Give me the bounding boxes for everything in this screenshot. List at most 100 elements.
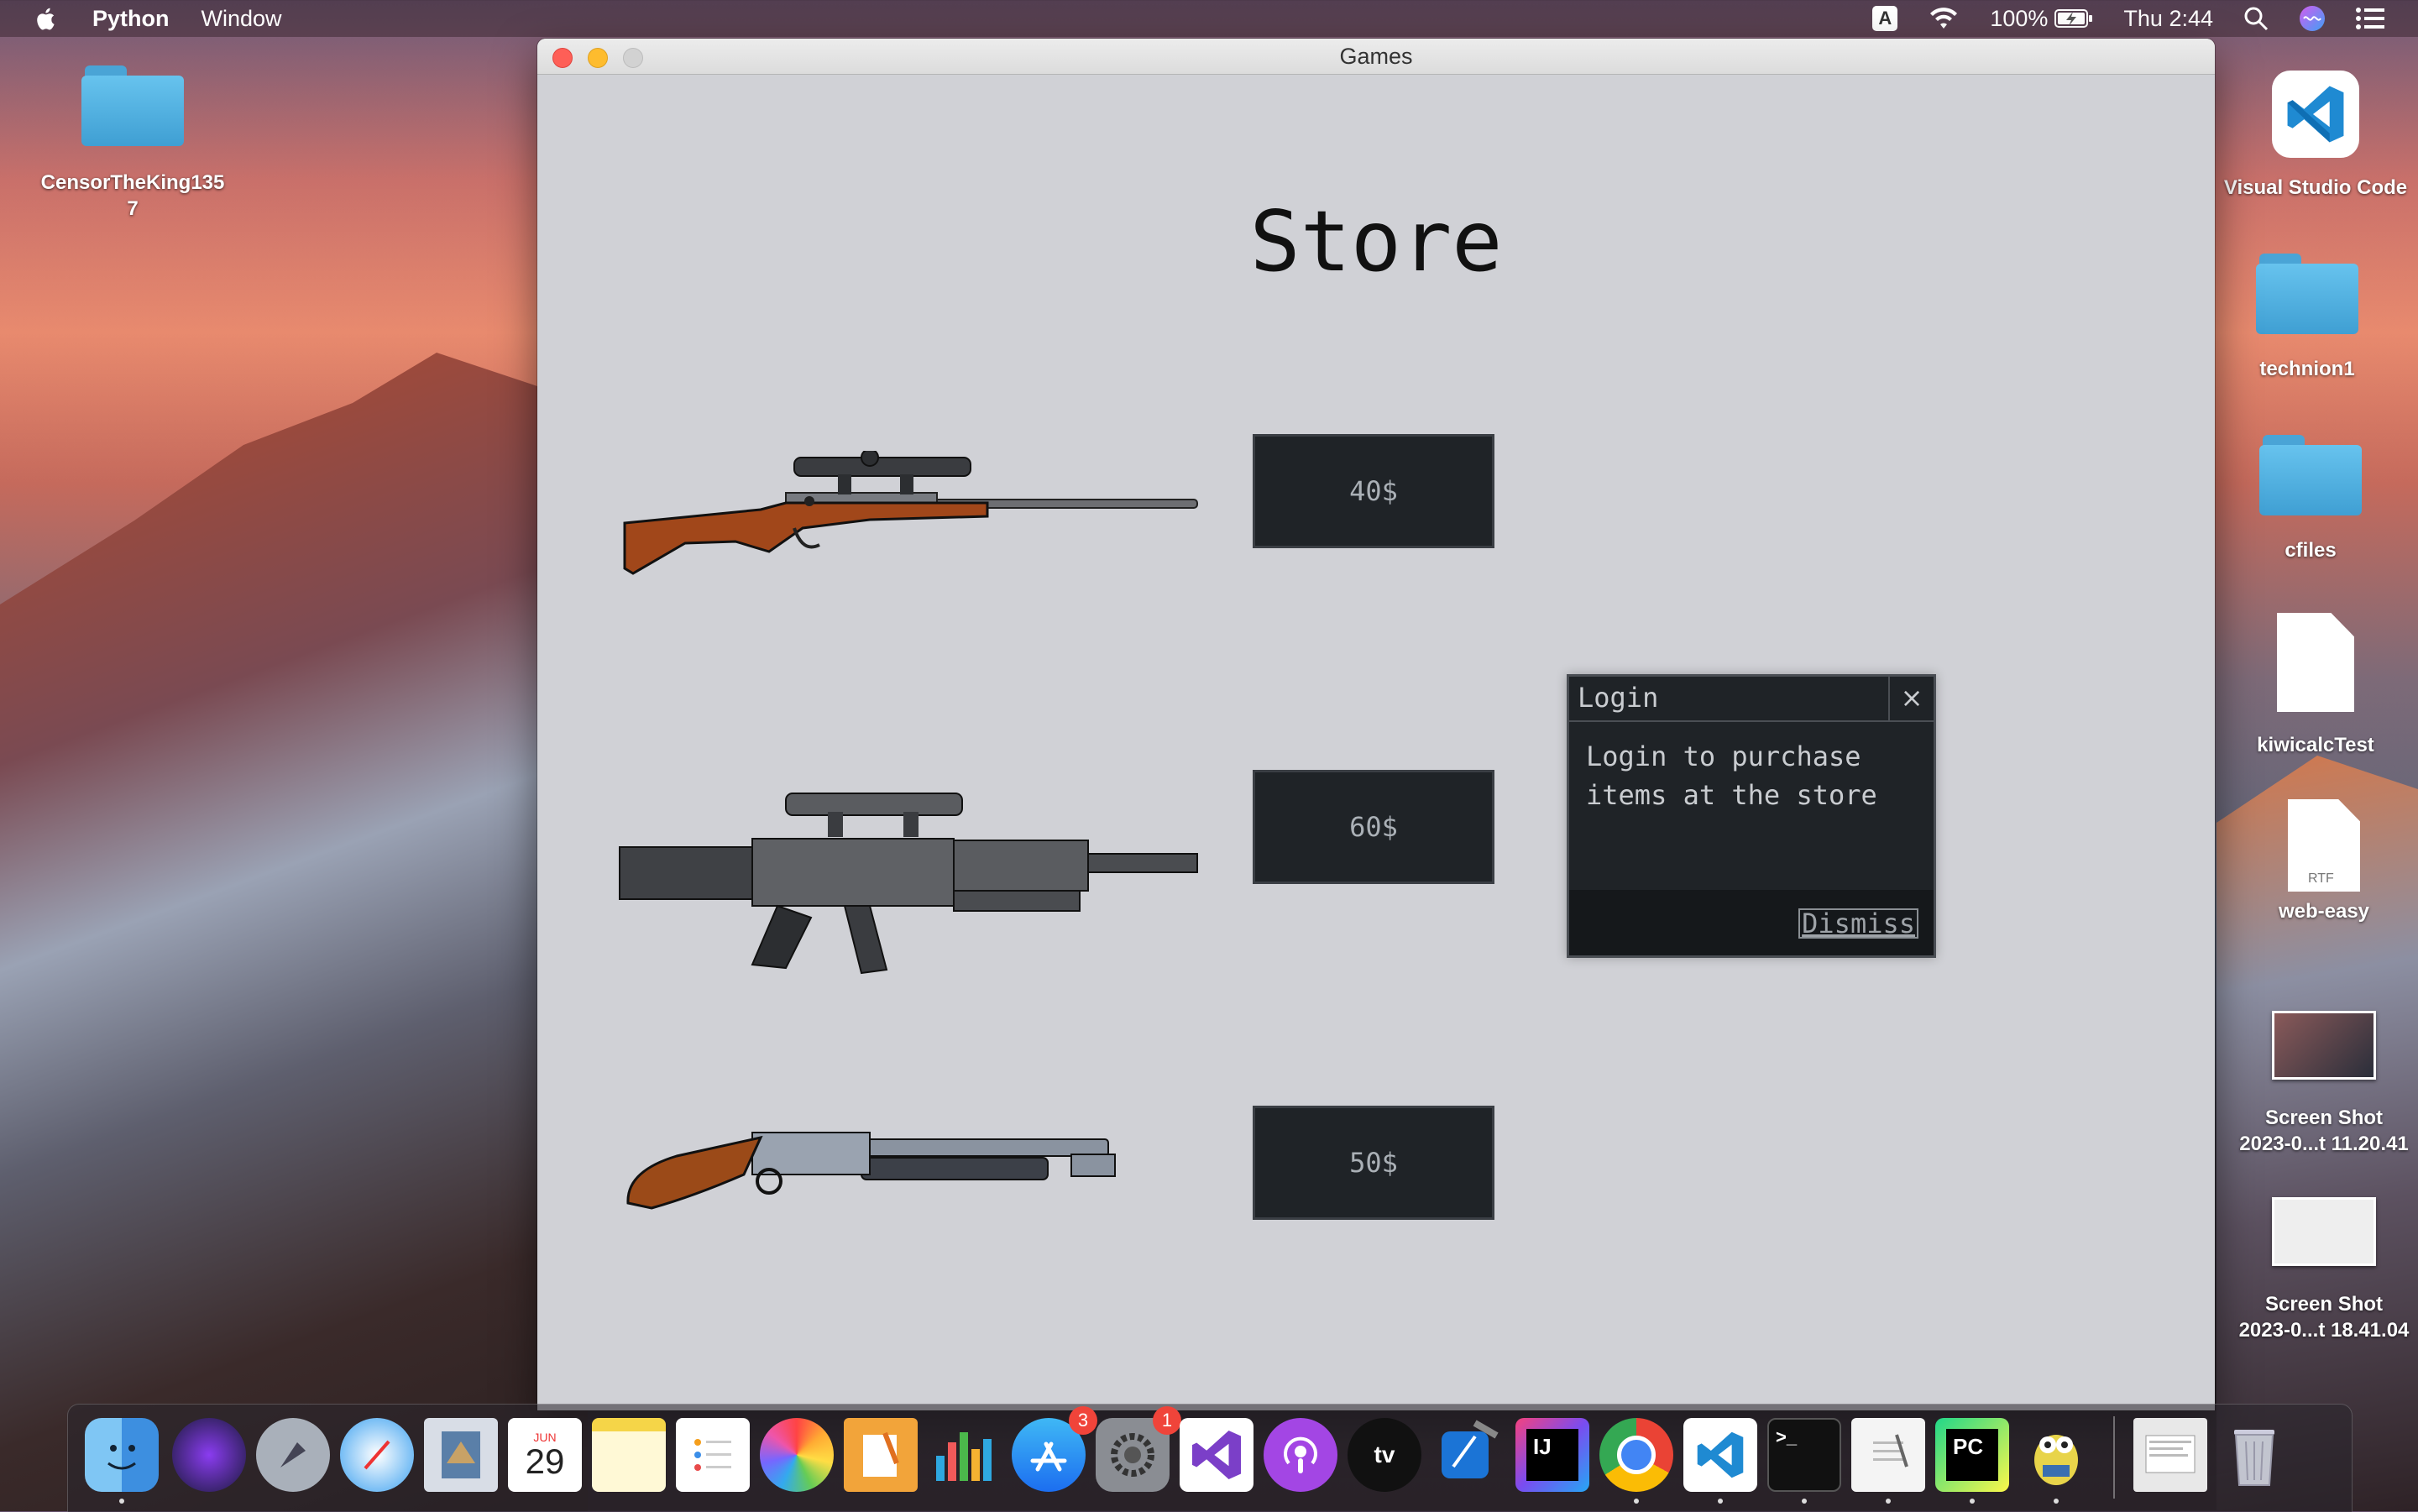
login-dialog: Login × Login to purchase items at the s… (1567, 674, 1936, 958)
terminal-prompt: >_ (1776, 1426, 1798, 1447)
numbers-icon[interactable] (928, 1418, 1002, 1492)
podcasts-icon[interactable] (1264, 1418, 1337, 1492)
system-preferences-icon[interactable]: 1 (1096, 1406, 1181, 1492)
python-launcher-icon[interactable] (2019, 1418, 2093, 1492)
apple-tv-label: tv (1374, 1441, 1395, 1468)
dialog-message: Login to purchase items at the store (1569, 722, 1934, 890)
notes-icon[interactable] (592, 1418, 666, 1492)
screenshot-icon (2272, 1197, 2376, 1266)
mail-stamp-icon[interactable] (424, 1418, 498, 1492)
calendar-icon[interactable]: JUN 29 (508, 1418, 582, 1492)
folder-icon (2256, 254, 2358, 334)
textedit-icon[interactable] (1851, 1418, 1925, 1492)
folder-icon (81, 65, 184, 146)
store-view: Store 40$ 60$ 50$ Login × Login to purch… (537, 75, 2215, 1410)
traffic-lights (552, 48, 643, 68)
spotlight-search-icon[interactable] (2243, 6, 2269, 31)
input-source-indicator[interactable]: A (1872, 6, 1898, 31)
dock: JUN 29 3 1 tv IJ >_ PC (67, 1404, 2353, 1512)
desktop-folder-technion1[interactable]: technion1 (2233, 254, 2381, 381)
system-preferences-badge: 1 (1153, 1406, 1181, 1435)
chrome-icon[interactable] (1599, 1418, 1673, 1492)
buy-hunting-rifle-button[interactable]: 40$ (1253, 434, 1494, 548)
pycharm-icon[interactable]: PC (1935, 1418, 2009, 1492)
desktop-file-screenshot-2[interactable]: Screen Shot 2023-0...t 18.41.04 (2230, 1197, 2418, 1343)
window-titlebar[interactable]: Games (537, 39, 2215, 75)
clock[interactable]: Thu 2:44 (2123, 6, 2213, 32)
running-indicator (1634, 1499, 1639, 1504)
running-indicator (119, 1499, 124, 1504)
desktop-icon-label: CensorTheKing135 7 (40, 171, 225, 220)
desktop-icon-label: Visual Studio Code (2223, 176, 2408, 199)
dialog-title: Login (1569, 677, 1890, 720)
battery-charging-icon (2054, 9, 2093, 28)
desktop-folder-cfiles[interactable]: cfiles (2237, 435, 2384, 562)
menu-app-name[interactable]: Python (92, 6, 170, 32)
rtf-badge: RTF (2308, 871, 2334, 886)
pages-icon[interactable] (844, 1418, 918, 1492)
window-title: Games (1339, 44, 1413, 69)
dialog-message-line1: Login to purchase (1586, 740, 1861, 772)
siri-icon[interactable] (2299, 5, 2326, 32)
status-area: A 100% Thu 2:44 (1872, 0, 2384, 37)
games-window: Games Store 40$ 60$ 50$ Login × Login to… (537, 39, 2215, 1410)
running-indicator (1970, 1499, 1975, 1504)
hunting-rifle-icon (623, 451, 1198, 575)
desktop-icon-label: technion1 (2259, 358, 2355, 380)
notification-center-icon[interactable] (2356, 8, 2384, 29)
terminal-icon[interactable]: >_ (1767, 1418, 1841, 1492)
desktop-icon-label: cfiles (2285, 539, 2337, 562)
desktop-icon-label: Screen Shot 2023-0...t 18.41.04 (2238, 1293, 2410, 1342)
wifi-icon[interactable] (1928, 7, 1960, 30)
desktop-file-web-easy[interactable]: RTF web-easy (2250, 799, 2398, 923)
desktop-file-screenshot-1[interactable]: Screen Shot 2023-0...t 11.20.41 (2230, 1011, 2418, 1157)
calendar-day: 29 (525, 1441, 565, 1481)
pycharm-label: PC (1953, 1434, 1984, 1459)
dialog-message-line2: items at the store (1586, 779, 1877, 811)
siri-dock-icon[interactable] (172, 1418, 246, 1492)
app-store-badge: 3 (1069, 1406, 1097, 1435)
document-icon (2277, 613, 2354, 712)
desktop-app-vscode[interactable]: Visual Studio Code (2216, 71, 2415, 200)
desktop-icon-label: Screen Shot 2023-0...t 11.20.41 (2239, 1107, 2409, 1155)
battery-status[interactable]: 100% (1990, 6, 2093, 32)
app-store-icon[interactable]: 3 (1012, 1406, 1097, 1492)
visual-studio-icon[interactable] (1180, 1418, 1253, 1492)
buy-shotgun-button[interactable]: 50$ (1253, 1106, 1494, 1220)
battery-percent: 100% (1990, 5, 2049, 31)
desktop-icon-label: web-easy (2278, 900, 2370, 923)
safari-icon[interactable] (340, 1418, 414, 1492)
intellij-icon[interactable]: IJ (1515, 1418, 1589, 1492)
dialog-header: Login × (1569, 677, 1934, 722)
apple-menu-icon[interactable] (35, 6, 59, 31)
running-indicator (1718, 1499, 1723, 1504)
trash-icon[interactable] (2217, 1418, 2291, 1492)
vscode-dock-icon[interactable] (1683, 1418, 1757, 1492)
menu-window[interactable]: Window (202, 6, 282, 32)
buy-assault-rifle-button[interactable]: 60$ (1253, 770, 1494, 884)
running-indicator (2054, 1499, 2059, 1504)
downloads-stack-icon[interactable] (2133, 1418, 2207, 1492)
folder-icon (2259, 435, 2362, 515)
finder-icon[interactable] (85, 1418, 159, 1492)
dismiss-button[interactable]: Dismiss (1798, 908, 1918, 939)
intellij-label: IJ (1533, 1434, 1552, 1459)
shotgun-icon (626, 1132, 1116, 1210)
launchpad-icon[interactable] (256, 1418, 330, 1492)
reminders-icon[interactable] (676, 1418, 750, 1492)
dialog-close-button[interactable]: × (1890, 677, 1934, 720)
desktop-file-kiwicalctest[interactable]: kiwicalcTest (2237, 613, 2394, 757)
desktop-folder-censortheking[interactable]: CensorTheKing135 7 (25, 65, 240, 222)
minimize-window-button[interactable] (588, 48, 608, 68)
close-window-button[interactable] (552, 48, 573, 68)
zoom-window-button[interactable] (623, 48, 643, 68)
running-indicator (1802, 1499, 1807, 1504)
apple-tv-icon[interactable]: tv (1348, 1418, 1421, 1492)
wallpaper-mountain-left (0, 353, 588, 1511)
xcode-icon[interactable] (1431, 1418, 1505, 1492)
desktop-icon-label: kiwicalcTest (2257, 734, 2374, 756)
menu-bar: Python Window A 100% Thu 2:44 (0, 0, 2418, 37)
photos-icon[interactable] (760, 1418, 834, 1492)
screenshot-icon (2272, 1011, 2376, 1080)
dialog-footer: Dismiss (1569, 890, 1934, 955)
